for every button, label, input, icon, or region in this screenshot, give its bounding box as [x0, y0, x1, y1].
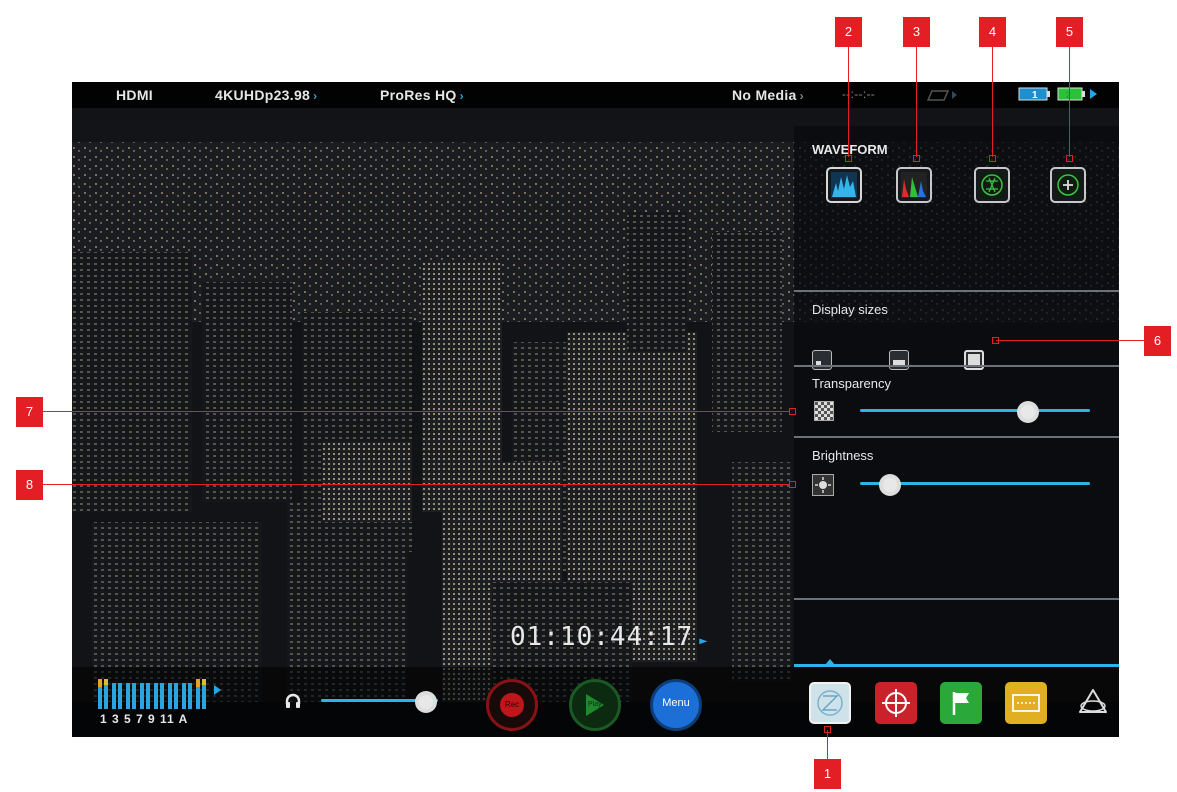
- callout-4-anchor: [989, 155, 996, 162]
- callout-1-anchor: [824, 726, 831, 733]
- focus-peaking-button[interactable]: [875, 682, 917, 724]
- luma-waveform-icon: [831, 172, 857, 198]
- rec-label: Rec: [500, 693, 524, 717]
- callout-2-anchor: [845, 155, 852, 162]
- callout-6-anchor: [992, 337, 999, 344]
- battery-2-icon: 2: [1057, 86, 1099, 105]
- frame-guides-button[interactable]: [1005, 682, 1047, 724]
- callout-8-leader: [43, 484, 790, 485]
- callout-3-leader: [916, 47, 917, 157]
- menu-button[interactable]: Menu: [650, 679, 702, 731]
- focus-peaking-icon: [882, 689, 910, 717]
- callout-8-anchor: [789, 481, 796, 488]
- battery-1-label: 1: [1032, 90, 1038, 101]
- callout-2-leader: [848, 47, 849, 157]
- video-format[interactable]: 4KUHDp23.98 ›: [215, 87, 317, 103]
- callout-6: 6: [1144, 326, 1171, 356]
- divider: [794, 290, 1119, 292]
- divider: [794, 436, 1119, 438]
- callout-1: 1: [814, 759, 841, 789]
- headphone-icon[interactable]: [284, 692, 302, 710]
- tool-selection-bar: [794, 664, 1119, 667]
- media-status[interactable]: No Media ›: [732, 87, 804, 103]
- play-label: Play: [588, 701, 602, 708]
- waveform-tool-button[interactable]: [809, 682, 851, 724]
- waveform-panel: WAVEFORM Display sizes Transparency Brig…: [794, 126, 1119, 666]
- play-button[interactable]: Play: [569, 679, 621, 731]
- callout-4-leader: [992, 47, 993, 157]
- atomos-logo-button[interactable]: [1072, 682, 1114, 724]
- divider: [794, 365, 1119, 367]
- codec-selector[interactable]: ProRes HQ ›: [380, 87, 464, 103]
- rgb-parade-icon: [901, 172, 927, 198]
- callout-6-leader: [996, 340, 1144, 341]
- brightness-slider-knob[interactable]: [878, 474, 901, 496]
- brightness-label: Brightness: [812, 448, 874, 463]
- meter-channel-labels: 1 3 5 7 9 11 A: [100, 712, 189, 726]
- remaining-time: --:--:--: [842, 87, 876, 101]
- size-medium-button[interactable]: [889, 350, 909, 370]
- callout-7-anchor: [789, 408, 796, 415]
- atomos-logo-icon: [1079, 689, 1107, 713]
- vectorscope-button[interactable]: [974, 167, 1010, 203]
- record-button[interactable]: Rec: [486, 679, 538, 731]
- rgb-parade-button[interactable]: [896, 167, 932, 203]
- callout-3-anchor: [913, 155, 920, 162]
- callout-2: 2: [835, 17, 862, 47]
- callout-8: 8: [16, 470, 43, 500]
- callout-1-leader: [827, 730, 828, 759]
- luma-waveform-button[interactable]: [826, 167, 862, 203]
- menu-label: Menu: [662, 697, 690, 709]
- transparency-label: Transparency: [812, 376, 891, 391]
- timecode-display[interactable]: 01:10:44:17 ►: [510, 622, 709, 652]
- chevron-right-icon: ›: [459, 89, 464, 103]
- tool-selection-pointer: [825, 659, 835, 665]
- disk-icon: [924, 88, 958, 105]
- false-color-icon: [1055, 172, 1081, 198]
- false-color-button[interactable]: [1050, 167, 1086, 203]
- callout-7: 7: [16, 397, 43, 427]
- brightness-icon: [812, 474, 834, 496]
- divider: [794, 598, 1119, 600]
- flag-button[interactable]: [940, 682, 982, 724]
- waveform-tool-icon: [817, 690, 843, 716]
- callout-5-leader: [1069, 47, 1070, 157]
- transparency-slider[interactable]: [860, 409, 1090, 412]
- callout-5-anchor: [1066, 155, 1073, 162]
- transparency-slider-knob[interactable]: [1016, 401, 1039, 423]
- battery-1-icon: 1: [1018, 86, 1052, 105]
- vectorscope-icon: [979, 172, 1005, 198]
- callout-5: 5: [1056, 17, 1083, 47]
- monitor-screen: HDMI 4KUHDp23.98 › ProRes HQ › No Media › -…: [72, 82, 1119, 737]
- chevron-right-icon: ›: [313, 89, 318, 103]
- callout-4: 4: [979, 17, 1006, 47]
- flag-icon: [952, 692, 969, 715]
- display-sizes-label: Display sizes: [812, 302, 888, 317]
- size-large-button[interactable]: [964, 350, 984, 370]
- status-bar: HDMI 4KUHDp23.98 › ProRes HQ › No Media › -…: [72, 82, 1119, 108]
- chevron-right-icon: ►: [699, 633, 709, 649]
- callout-3: 3: [903, 17, 930, 47]
- chevron-right-icon: ›: [799, 89, 804, 103]
- callout-7-leader: [43, 411, 790, 412]
- transparency-icon: [814, 401, 834, 421]
- input-label: HDMI: [116, 87, 153, 103]
- frame-guides-icon: [1012, 694, 1040, 712]
- size-small-button[interactable]: [812, 350, 832, 370]
